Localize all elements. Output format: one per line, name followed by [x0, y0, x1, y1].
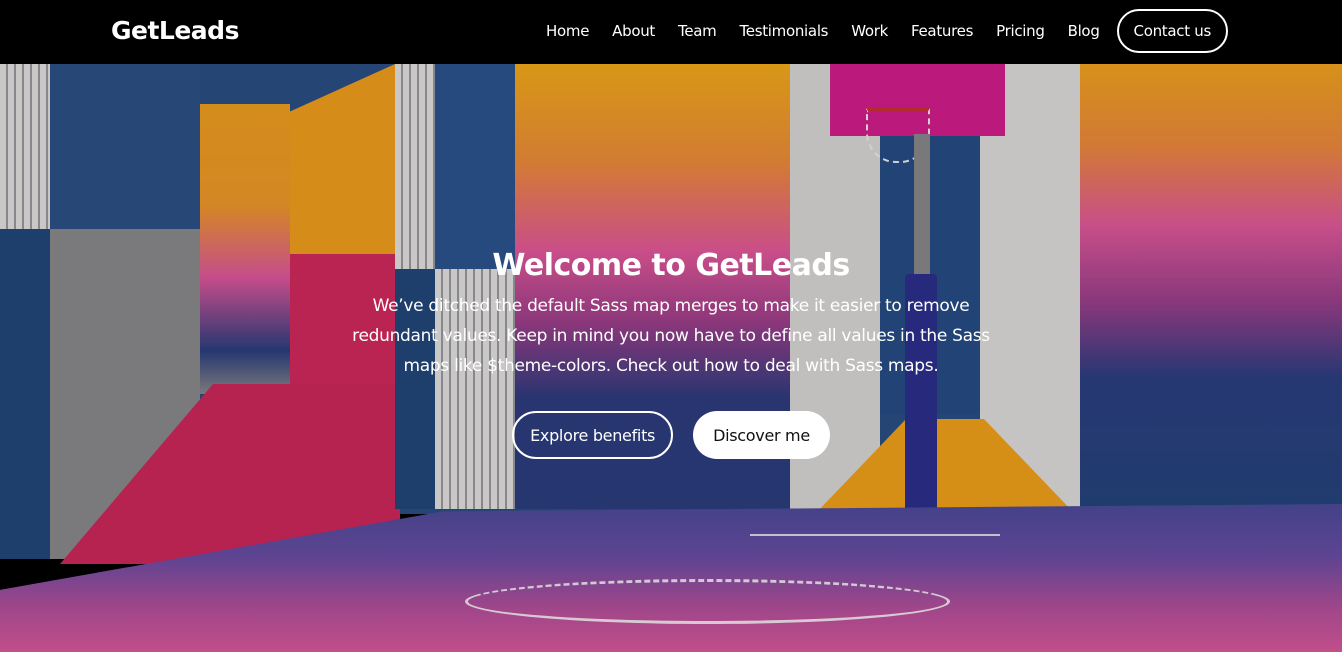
contact-button[interactable]: Contact us	[1116, 9, 1228, 53]
nav-menu: Home About Team Testimonials Work Featur…	[546, 9, 1228, 53]
hero-section: Welcome to GetLeads We’ve ditched the de…	[0, 64, 1342, 652]
navbar: GetLeads Home About Team Testimonials Wo…	[0, 0, 1342, 64]
nav-link-about[interactable]: About	[612, 22, 655, 40]
nav-link-home[interactable]: Home	[546, 22, 589, 40]
nav-link-team[interactable]: Team	[678, 22, 717, 40]
nav-link-blog[interactable]: Blog	[1068, 22, 1100, 40]
hero-buttons: Explore benefits Discover me	[0, 411, 1342, 459]
hero-content: Welcome to GetLeads We’ve ditched the de…	[0, 248, 1342, 459]
nav-link-work[interactable]: Work	[851, 22, 888, 40]
nav-link-features[interactable]: Features	[911, 22, 973, 40]
nav-link-testimonials[interactable]: Testimonials	[739, 22, 828, 40]
brand-logo[interactable]: GetLeads	[111, 16, 239, 45]
explore-benefits-button[interactable]: Explore benefits	[512, 411, 674, 459]
discover-me-button[interactable]: Discover me	[693, 411, 830, 459]
hero-description: We’ve ditched the default Sass map merge…	[352, 296, 990, 376]
nav-link-pricing[interactable]: Pricing	[996, 22, 1045, 40]
hero-title: Welcome to GetLeads	[492, 248, 850, 283]
